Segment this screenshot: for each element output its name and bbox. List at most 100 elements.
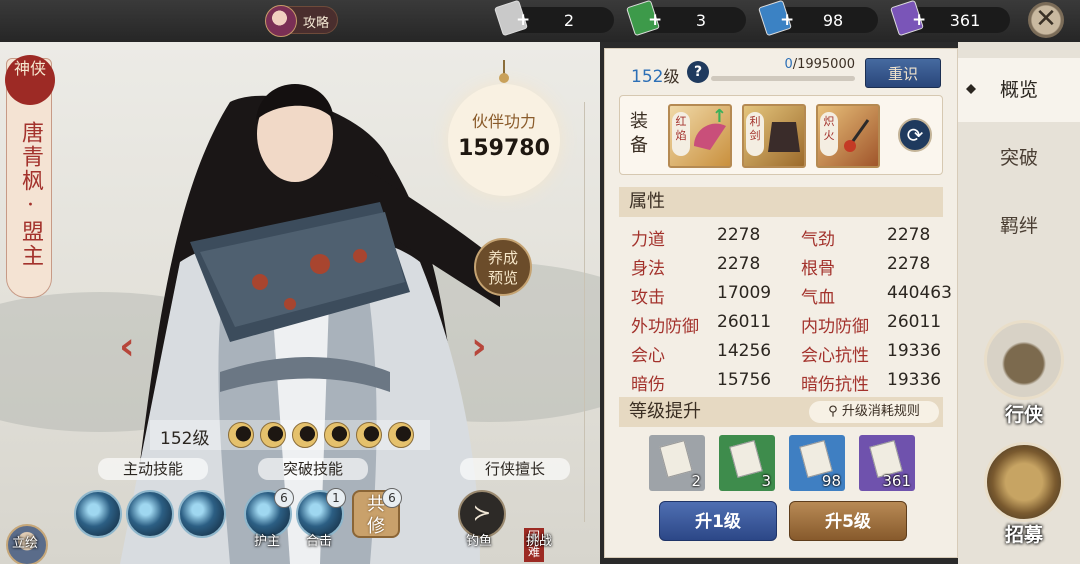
breakthrough-skills-title: 突破技能 <box>258 458 368 480</box>
upgrade-rules-button[interactable]: ⚲ 升级消耗规则 <box>809 401 939 423</box>
roam-label: 行侠 <box>1004 404 1043 426</box>
exp-book-green[interactable]: 3 <box>719 435 775 491</box>
nurture-preview-button[interactable]: 养成预览 <box>474 238 532 296</box>
pendant-icon <box>844 119 870 152</box>
book-count: 361 <box>882 472 911 490</box>
exp-book-blue[interactable]: 98 <box>789 435 845 491</box>
resource-scroll-blue[interactable]: + 98 <box>758 0 878 37</box>
attribute-key: 会心抗性 <box>801 346 869 366</box>
equipment-box: 装备 红焰 ↑ 利剑 炽火 ⟳ <box>619 95 943 175</box>
guide-avatar-icon <box>265 5 297 37</box>
side-navigation: 概览 突破 羁绊 行侠 招募 <box>958 42 1080 564</box>
equipment-tag: 利剑 <box>746 112 764 156</box>
exp-book-purple[interactable]: 361 <box>859 435 915 491</box>
resource-value: 3 <box>695 11 707 30</box>
skill-label-combo: 合击 <box>306 534 333 549</box>
tab-bonds-label: 羁绊 <box>999 215 1038 237</box>
pendant-pin-icon <box>499 60 509 83</box>
next-hero-arrow-icon[interactable]: › <box>456 327 502 365</box>
equipment-tag: 炽火 <box>820 112 838 156</box>
armor-icon <box>768 122 800 152</box>
roam-button[interactable] <box>984 320 1064 400</box>
equipment-slot-armor[interactable]: 利剑 <box>742 104 806 168</box>
resource-scroll-grey[interactable]: + 2 <box>494 0 614 37</box>
exp-total: /1995000 <box>792 57 855 72</box>
level-help-icon[interactable]: ? <box>687 61 709 83</box>
resource-scroll-purple[interactable]: + 361 <box>890 0 1010 37</box>
fishing-label: 钓鱼 <box>466 534 493 549</box>
close-icon: ✕ <box>1035 4 1057 34</box>
nurture-preview-label: 养成预览 <box>487 249 518 287</box>
attribute-value: 19336 <box>887 370 942 390</box>
tab-breakthrough-label: 突破 <box>999 147 1038 169</box>
attribute-item: 暗伤 15756 <box>631 370 771 395</box>
star-icon <box>356 422 382 448</box>
refresh-equipment-icon[interactable]: ⟳ <box>898 118 932 152</box>
equipment-slot-fan[interactable]: 红焰 ↑ <box>668 104 732 168</box>
attribute-key: 气血 <box>801 288 835 308</box>
equipment-tag: 红焰 <box>672 112 690 156</box>
star-icon <box>324 422 350 448</box>
resource-scroll-green[interactable]: + 3 <box>626 0 746 37</box>
diamond-icon <box>966 84 976 94</box>
skill-label-protect: 护主 <box>254 534 281 549</box>
panel-level-number: 152 <box>631 67 664 87</box>
attribute-value: 2278 <box>717 254 761 274</box>
guide-label: 攻略 <box>303 16 330 31</box>
portrait-label: 立绘 <box>12 536 39 551</box>
power-label: 伙伴功力 <box>471 112 536 131</box>
panel-level: 152级 <box>631 63 679 87</box>
attribute-key: 攻击 <box>631 288 665 308</box>
resource-value: 2 <box>563 11 575 30</box>
fan-icon <box>693 123 726 150</box>
hero-portrait-illustration <box>120 84 500 564</box>
exp-book-grey[interactable]: 2 <box>649 435 705 491</box>
tab-bonds[interactable]: 羁绊 <box>958 194 1080 258</box>
close-button[interactable]: ✕ <box>1028 2 1064 38</box>
attribute-key: 根骨 <box>801 259 835 279</box>
attribute-item: 根骨 2278 <box>801 254 930 279</box>
attribute-item: 气劲 2278 <box>801 225 930 250</box>
active-skill-2-icon[interactable] <box>126 490 174 538</box>
equipment-label: 装备 <box>630 111 648 156</box>
exp-text: 0/1995000 <box>711 57 855 72</box>
prev-hero-arrow-icon[interactable]: ‹ <box>104 327 150 365</box>
tab-breakthrough[interactable]: 突破 <box>958 126 1080 190</box>
add-icon: + <box>912 10 927 30</box>
attributes-title: 属性 <box>619 187 943 217</box>
book-count: 2 <box>691 472 701 490</box>
attribute-item: 攻击 17009 <box>631 283 771 308</box>
upgrade-rules-label: 升级消耗规则 <box>841 404 920 419</box>
power-medallion: 伙伴功力 159780 <box>448 60 560 196</box>
exp-progress-bar <box>711 76 855 81</box>
attribute-key: 力道 <box>631 230 665 250</box>
resource-value: 98 <box>822 11 844 30</box>
level-up-5-button[interactable]: 升5级 <box>789 501 907 541</box>
panel-divider <box>584 102 585 522</box>
guide-button[interactable]: 攻略 <box>265 5 338 37</box>
search-icon: ⚲ <box>828 404 842 419</box>
equipment-slot-pendant[interactable]: 炽火 <box>816 104 880 168</box>
skill-count-badge: 6 <box>274 488 294 508</box>
hero-level: 152级 <box>160 429 210 449</box>
tab-overview-label: 概览 <box>999 79 1038 101</box>
attribute-item: 暗伤抗性 19336 <box>801 370 941 395</box>
hero-level-bar: 152级 <box>150 420 430 450</box>
attribute-value: 26011 <box>887 312 942 332</box>
recruit-button[interactable] <box>984 442 1064 522</box>
attribute-item: 力道 2278 <box>631 225 760 250</box>
hero-stage: 神侠 唐青枫·盟主 ‹ › 伙伴功力 159780 养成预览 152级 主动技能… <box>0 42 600 564</box>
tab-overview[interactable]: 概览 <box>958 58 1080 122</box>
reknow-button[interactable]: 重识 <box>865 58 941 88</box>
active-skill-1-icon[interactable] <box>74 490 122 538</box>
top-bar: 攻略 + 2 + 3 + 98 + 361 ✕ <box>0 0 1080 42</box>
active-skill-3-icon[interactable] <box>178 490 226 538</box>
attribute-key: 暗伤抗性 <box>801 375 869 395</box>
add-icon: + <box>516 10 531 30</box>
book-icon <box>729 440 763 478</box>
attribute-value: 2278 <box>887 254 931 274</box>
add-icon: + <box>780 10 795 30</box>
rank-seal-text: 神侠 <box>13 59 46 78</box>
level-up-1-button[interactable]: 升1级 <box>659 501 777 541</box>
book-count: 3 <box>761 472 771 490</box>
